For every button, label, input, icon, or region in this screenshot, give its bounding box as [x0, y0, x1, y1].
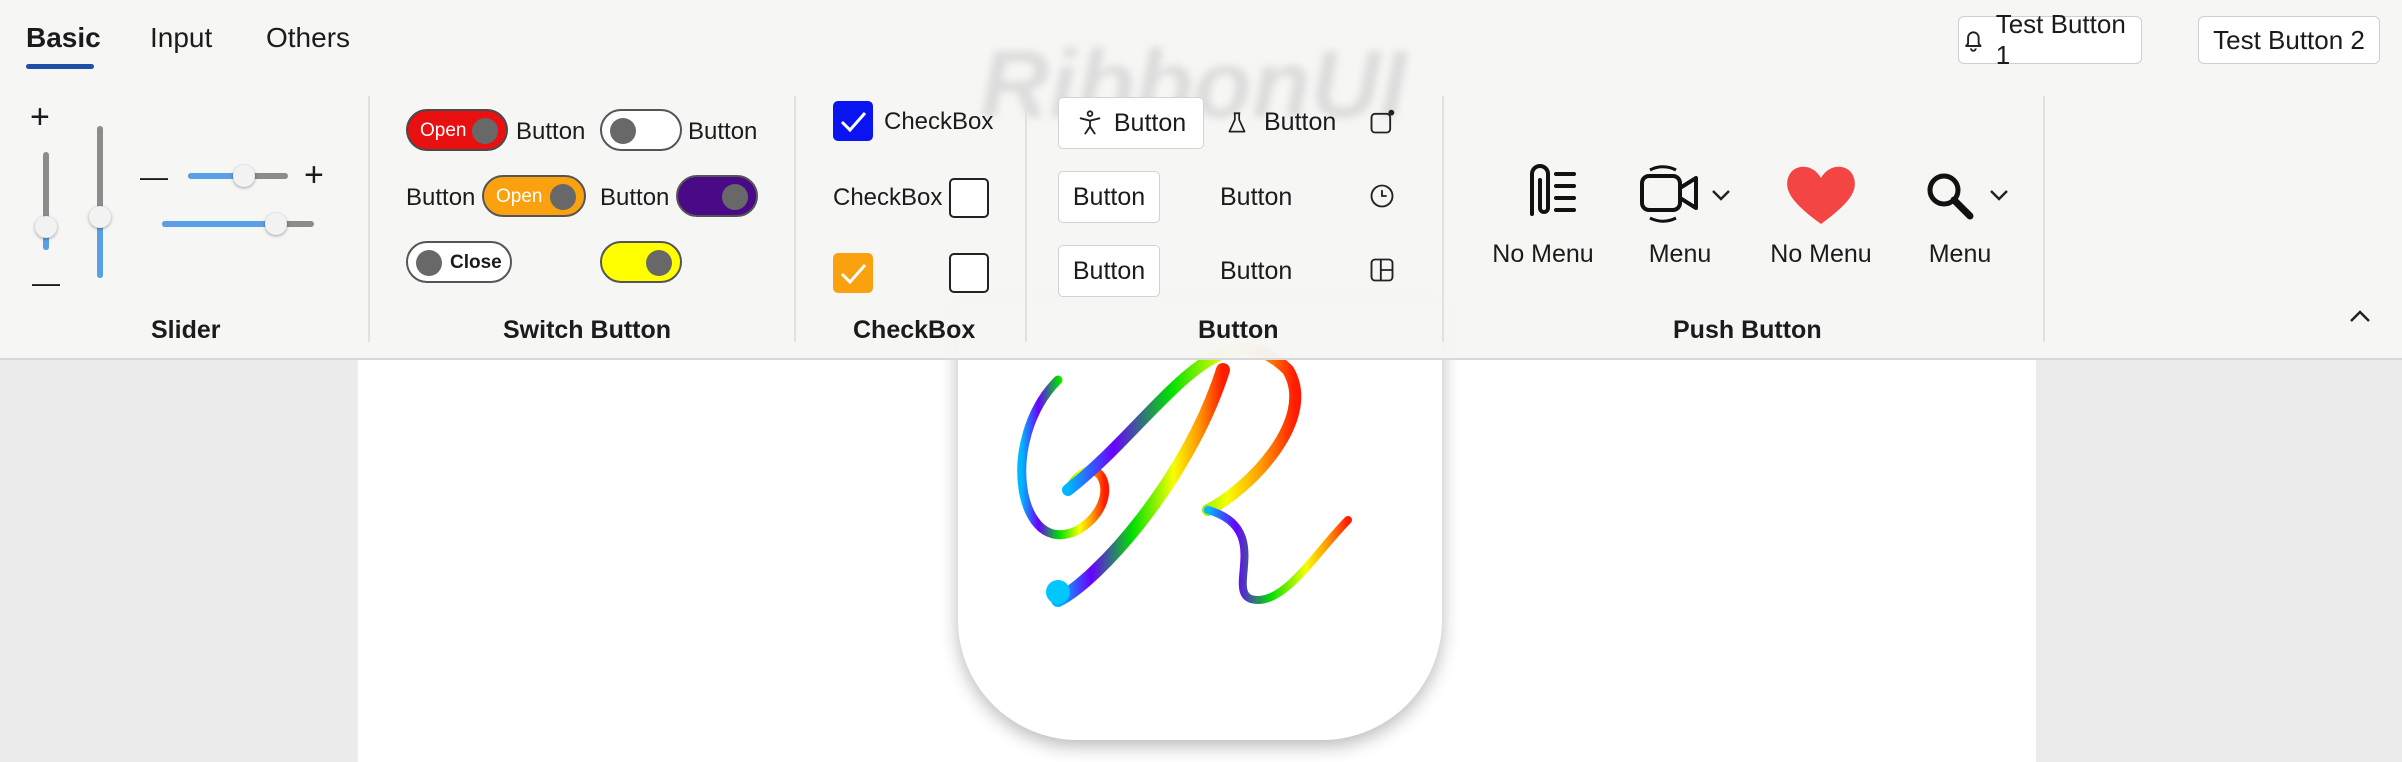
- button-label: Button: [1072, 256, 1146, 285]
- switch-knob: [646, 250, 672, 276]
- switch-red-open-text: Open: [420, 120, 467, 141]
- check-icon: [840, 112, 867, 133]
- switch-white-off[interactable]: [600, 109, 682, 151]
- text-button[interactable]: Button: [1220, 183, 1292, 212]
- horizontal-slider-1-thumb[interactable]: [233, 165, 255, 187]
- accessibility-icon: [1079, 110, 1101, 135]
- switch-purple-on[interactable]: [676, 175, 758, 217]
- active-tab-indicator: [26, 64, 94, 69]
- ribbon: RibbonUI Basic Input Others Test Button …: [0, 0, 2402, 360]
- group-label-checkbox: CheckBox: [853, 316, 976, 344]
- switch-knob: [416, 250, 442, 276]
- attach-list-icon: [1530, 164, 1576, 216]
- vertical-slider-2[interactable]: [89, 126, 111, 278]
- push-button-label: No Menu: [1492, 240, 1594, 268]
- switch-label: Button: [406, 184, 476, 211]
- push-button-search[interactable]: Menu: [1910, 160, 2020, 270]
- horizontal-slider-2-thumb[interactable]: [265, 213, 287, 235]
- horizontal-slider-2[interactable]: [162, 213, 314, 235]
- checkbox-label: CheckBox: [884, 108, 994, 135]
- outlined-button[interactable]: Button: [1058, 171, 1160, 223]
- vertical-slider-1[interactable]: [35, 152, 57, 250]
- layout-icon[interactable]: [1368, 256, 1396, 284]
- push-button-label: No Menu: [1770, 240, 1872, 268]
- checkbox-unchecked[interactable]: [949, 178, 989, 218]
- push-button-video[interactable]: Menu: [1630, 160, 1740, 270]
- checkbox-blue-checked[interactable]: [833, 101, 873, 141]
- test-button-1[interactable]: Test Button 1: [1958, 9, 2142, 70]
- checkbox-orange-checked[interactable]: [833, 253, 873, 293]
- slider-increase-icon[interactable]: +: [30, 100, 50, 134]
- check-icon: [840, 264, 867, 285]
- push-button-attach[interactable]: No Menu: [1488, 160, 1598, 270]
- test-button-2[interactable]: Test Button 2: [2198, 16, 2380, 64]
- ribbon-r-logo: [1017, 342, 1352, 607]
- group-label-switch: Switch Button: [503, 316, 672, 344]
- switch-knob: [722, 184, 748, 210]
- switch-yellow-on[interactable]: [600, 241, 682, 283]
- tab-input[interactable]: Input: [150, 22, 212, 54]
- heart-icon: [1787, 166, 1855, 224]
- push-button-label: Menu: [1928, 240, 1992, 268]
- group-separator: [368, 96, 370, 342]
- switch-label: Button: [688, 118, 758, 145]
- button-label: Button: [1072, 182, 1146, 211]
- video-icon: [1640, 165, 1698, 223]
- app-logo-card: [958, 300, 1442, 740]
- group-label-push: Push Button: [1673, 316, 1822, 344]
- button-label: Button: [1264, 108, 1337, 136]
- test-button-2-label: Test Button 2: [2213, 24, 2365, 55]
- push-button-heart[interactable]: No Menu: [1766, 160, 1876, 270]
- group-separator: [1025, 96, 1027, 342]
- switch-knob: [550, 184, 576, 210]
- chevron-up-icon[interactable]: [2348, 308, 2372, 324]
- horizontal-slider-decrease-icon[interactable]: —: [140, 160, 168, 194]
- search-icon: [1927, 173, 1974, 220]
- text-button[interactable]: Button: [1220, 257, 1292, 286]
- outlined-button[interactable]: Button: [1058, 245, 1160, 297]
- switch-label: Button: [600, 184, 670, 211]
- window-dot-icon[interactable]: [1368, 108, 1396, 136]
- button-with-icon[interactable]: Button: [1058, 97, 1204, 149]
- switch-knob: [472, 118, 498, 144]
- push-button-label: Menu: [1648, 240, 1712, 268]
- bell-icon: [1965, 31, 1982, 52]
- switch-orange-open-text: Open: [496, 186, 543, 207]
- test-button-1-label: Test Button 1: [1995, 9, 2126, 70]
- switch-red-open[interactable]: Open: [406, 109, 508, 151]
- switch-close[interactable]: Close: [406, 241, 512, 283]
- group-separator: [1442, 96, 1444, 342]
- button-label: Button: [1113, 108, 1187, 137]
- switch-label: Button: [516, 118, 586, 145]
- slider-decrease-icon[interactable]: —: [32, 266, 60, 300]
- switch-orange-open[interactable]: Open: [482, 175, 586, 217]
- vertical-slider-1-thumb[interactable]: [35, 216, 57, 238]
- group-label-slider: Slider: [151, 316, 221, 344]
- group-separator: [2043, 96, 2045, 342]
- tab-basic[interactable]: Basic: [26, 22, 101, 54]
- chevron-down-icon: [1712, 190, 1730, 201]
- tab-others[interactable]: Others: [266, 22, 350, 54]
- switch-close-text: Close: [450, 252, 502, 273]
- horizontal-slider-2-fill: [162, 221, 276, 227]
- vertical-slider-2-thumb[interactable]: [89, 206, 111, 228]
- canvas-margin: [2036, 358, 2402, 762]
- chevron-down-icon: [1990, 190, 2008, 201]
- flask-icon: [1228, 111, 1246, 133]
- checkbox-label: CheckBox: [833, 184, 943, 211]
- group-separator: [794, 96, 796, 342]
- group-label-button: Button: [1198, 316, 1279, 344]
- horizontal-slider-1[interactable]: [188, 165, 288, 187]
- clock-icon[interactable]: [1368, 182, 1396, 210]
- checkbox-unchecked[interactable]: [949, 253, 989, 293]
- switch-knob: [610, 118, 636, 144]
- horizontal-slider-increase-icon[interactable]: +: [304, 158, 324, 192]
- flat-button-with-icon[interactable]: Button: [1224, 108, 1336, 137]
